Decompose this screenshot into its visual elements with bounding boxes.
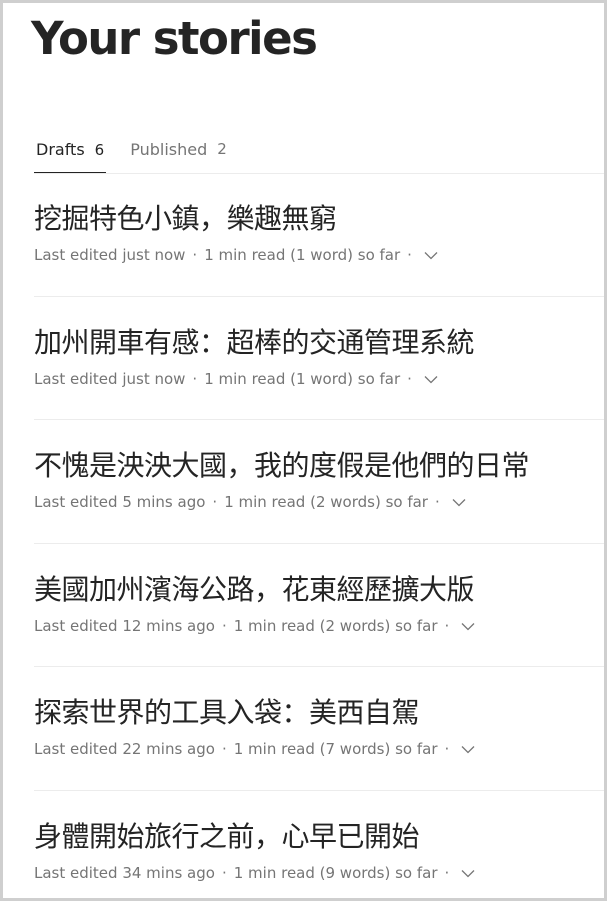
- story-last-edited: Last edited 12 mins ago: [34, 616, 215, 635]
- story-last-edited: Last edited 22 mins ago: [34, 740, 215, 758]
- chevron-down-icon[interactable]: [459, 740, 477, 758]
- story-item: 美國加州濱海公路，花東經歷擴大版 Last edited 12 mins ago…: [34, 544, 604, 667]
- chevron-down-icon[interactable]: [422, 370, 440, 388]
- story-last-edited: Last edited 34 mins ago: [34, 863, 215, 882]
- chevron-down-icon[interactable]: [459, 864, 477, 882]
- story-meta: Last edited just now · 1 min read (1 wor…: [34, 246, 604, 264]
- story-last-edited: Last edited just now: [34, 369, 186, 388]
- story-title[interactable]: 身體開始旅行之前，心早已開始: [34, 817, 604, 857]
- story-tabs: Drafts 6 Published 2: [34, 127, 604, 174]
- meta-separator: ·: [444, 616, 450, 635]
- meta-separator: ·: [444, 740, 450, 758]
- story-title[interactable]: 加州開車有感：超棒的交通管理系統: [34, 323, 604, 363]
- story-last-edited: Last edited just now: [34, 246, 186, 264]
- meta-separator: ·: [212, 493, 218, 511]
- story-read-time: 1 min read (7 words) so far: [233, 740, 438, 758]
- page-title: Your stories: [31, 12, 318, 65]
- tab-published-count: 2: [217, 140, 227, 158]
- story-read-time: 1 min read (1 word) so far: [204, 246, 401, 264]
- story-read-time: 1 min read (9 words) so far: [233, 863, 438, 882]
- story-read-time: 1 min read (2 words) so far: [224, 493, 428, 511]
- app-frame: Your stories Drafts 6 Published 2 挖掘特色小鎮…: [0, 0, 607, 901]
- story-title[interactable]: 不愧是泱泱大國，我的度假是他們的日常: [34, 446, 604, 486]
- meta-separator: ·: [407, 246, 412, 264]
- story-title[interactable]: 探索世界的工具入袋：美西自駕: [34, 693, 604, 733]
- story-meta: Last edited 34 mins ago · 1 min read (9 …: [34, 864, 604, 882]
- meta-separator: ·: [192, 369, 198, 388]
- story-read-time: 1 min read (1 word) so far: [204, 369, 401, 388]
- meta-separator: ·: [434, 493, 440, 511]
- meta-separator: ·: [221, 616, 227, 635]
- story-meta: Last edited 5 mins ago · 1 min read (2 w…: [34, 493, 604, 511]
- tab-drafts-label: Drafts: [36, 140, 85, 159]
- tab-published-label: Published: [130, 139, 208, 159]
- story-last-edited: Last edited 5 mins ago: [34, 493, 206, 511]
- tab-drafts[interactable]: Drafts 6: [34, 127, 107, 173]
- story-meta: Last edited 12 mins ago · 1 min read (2 …: [34, 617, 604, 635]
- story-meta: Last edited just now · 1 min read (1 wor…: [34, 370, 604, 388]
- story-list: 挖掘特色小鎮，樂趣無窮 Last edited just now · 1 min…: [34, 173, 604, 899]
- story-title[interactable]: 美國加州濱海公路，花東經歷擴大版: [34, 570, 604, 610]
- story-item: 加州開車有感：超棒的交通管理系統 Last edited just now · …: [34, 297, 604, 420]
- story-item: 身體開始旅行之前，心早已開始 Last edited 34 mins ago ·…: [34, 791, 604, 899]
- chevron-down-icon[interactable]: [450, 493, 468, 511]
- story-read-time: 1 min read (2 words) so far: [233, 616, 438, 635]
- tab-published[interactable]: Published 2: [128, 127, 229, 171]
- chevron-down-icon[interactable]: [459, 617, 477, 635]
- story-item: 挖掘特色小鎮，樂趣無窮 Last edited just now · 1 min…: [34, 173, 604, 297]
- tab-drafts-count: 6: [94, 140, 105, 159]
- story-meta: Last edited 22 mins ago · 1 min read (7 …: [34, 740, 604, 758]
- story-item: 不愧是泱泱大國，我的度假是他們的日常 Last edited 5 mins ag…: [34, 420, 604, 544]
- meta-separator: ·: [444, 863, 450, 882]
- meta-separator: ·: [192, 246, 198, 264]
- story-title[interactable]: 挖掘特色小鎮，樂趣無窮: [34, 199, 604, 239]
- chevron-down-icon[interactable]: [422, 246, 440, 264]
- meta-separator: ·: [221, 740, 227, 758]
- meta-separator: ·: [407, 369, 412, 388]
- story-item: 探索世界的工具入袋：美西自駕 Last edited 22 mins ago ·…: [34, 667, 604, 791]
- meta-separator: ·: [221, 863, 227, 882]
